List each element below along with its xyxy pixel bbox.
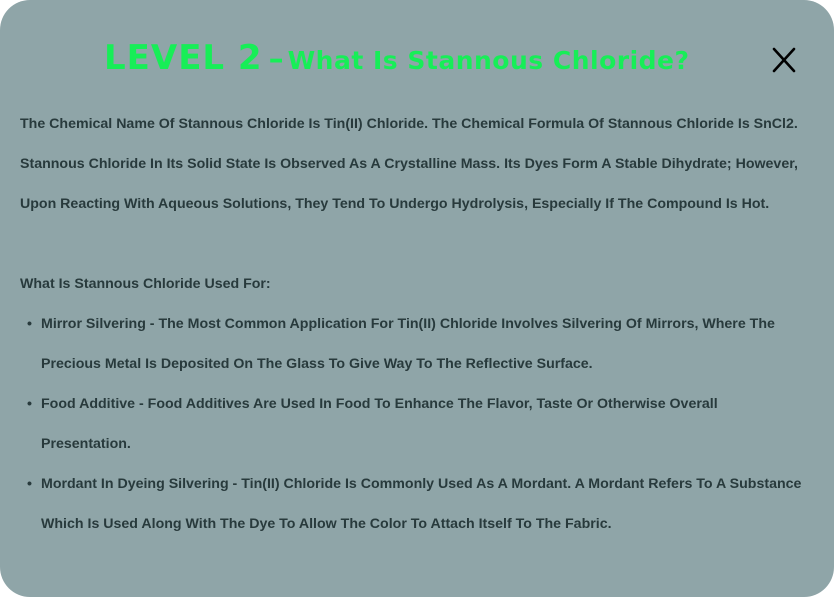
modal-content: The Chemical Name Of Stannous Chloride I… [20, 104, 810, 544]
close-button[interactable] [768, 44, 800, 76]
modal-title: LEVEL 2– What Is Stannous Chloride? [104, 38, 690, 78]
info-modal: LEVEL 2– What Is Stannous Chloride? The C… [0, 0, 834, 597]
uses-list: • Mirror Silvering - The Most Common App… [20, 304, 810, 544]
uses-heading: What Is Stannous Chloride Used For: [20, 276, 271, 292]
bullet: • [27, 316, 32, 332]
title-separator: – [268, 42, 284, 77]
bullet: • [27, 476, 32, 492]
list-item-text: Food Additive - Food Additives Are Used … [41, 396, 718, 452]
list-item-text: Mordant In Dyeing Silvering - Tin(II) Ch… [41, 476, 802, 532]
list-item: • Mirror Silvering - The Most Common App… [20, 304, 810, 384]
list-item: • Mordant In Dyeing Silvering - Tin(II) … [20, 464, 810, 544]
level-label: LEVEL 2 [104, 38, 263, 78]
question-title: What Is Stannous Chloride? [287, 46, 690, 75]
list-item: • Food Additive - Food Additives Are Use… [20, 384, 810, 464]
intro-paragraph: The Chemical Name Of Stannous Chloride I… [20, 116, 798, 212]
bullet: • [27, 396, 32, 412]
close-icon[interactable] [768, 44, 800, 76]
list-item-text: Mirror Silvering - The Most Common Appli… [41, 316, 775, 372]
